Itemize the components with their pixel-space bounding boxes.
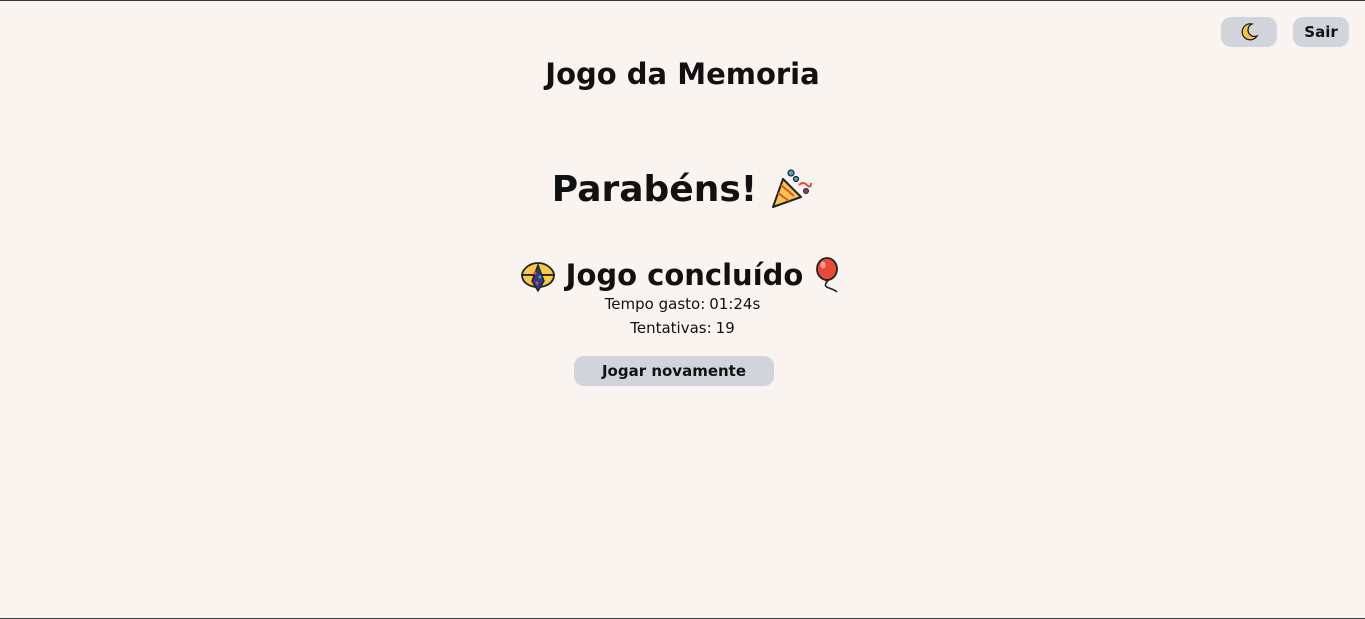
attempts-label: Tentativas: xyxy=(630,319,712,337)
congrats-text: Parabéns! xyxy=(551,168,758,210)
time-spent: Tempo gasto: 01:24s xyxy=(0,295,1365,313)
theme-toggle-button[interactable] xyxy=(1221,17,1277,47)
top-actions: Sair xyxy=(1221,17,1349,47)
status-heading: Jogo concluído xyxy=(0,257,1365,293)
congrats-heading: Parabéns! xyxy=(0,167,1365,211)
balloon-icon xyxy=(813,257,845,293)
attempts-value: 19 xyxy=(715,319,735,337)
status-text: Jogo concluído xyxy=(565,258,804,292)
moon-icon xyxy=(1239,22,1259,42)
time-spent-label: Tempo gasto: xyxy=(604,295,706,313)
attempts: Tentativas: 19 xyxy=(0,319,1365,337)
time-spent-value: 01:24s xyxy=(709,295,761,313)
party-popper-icon xyxy=(769,167,813,211)
page-title: Jogo da Memoria xyxy=(545,57,820,91)
logout-button[interactable]: Sair xyxy=(1293,17,1349,47)
confetti-ball-icon xyxy=(520,257,556,293)
play-again-button[interactable]: Jogar novamente xyxy=(574,356,774,386)
